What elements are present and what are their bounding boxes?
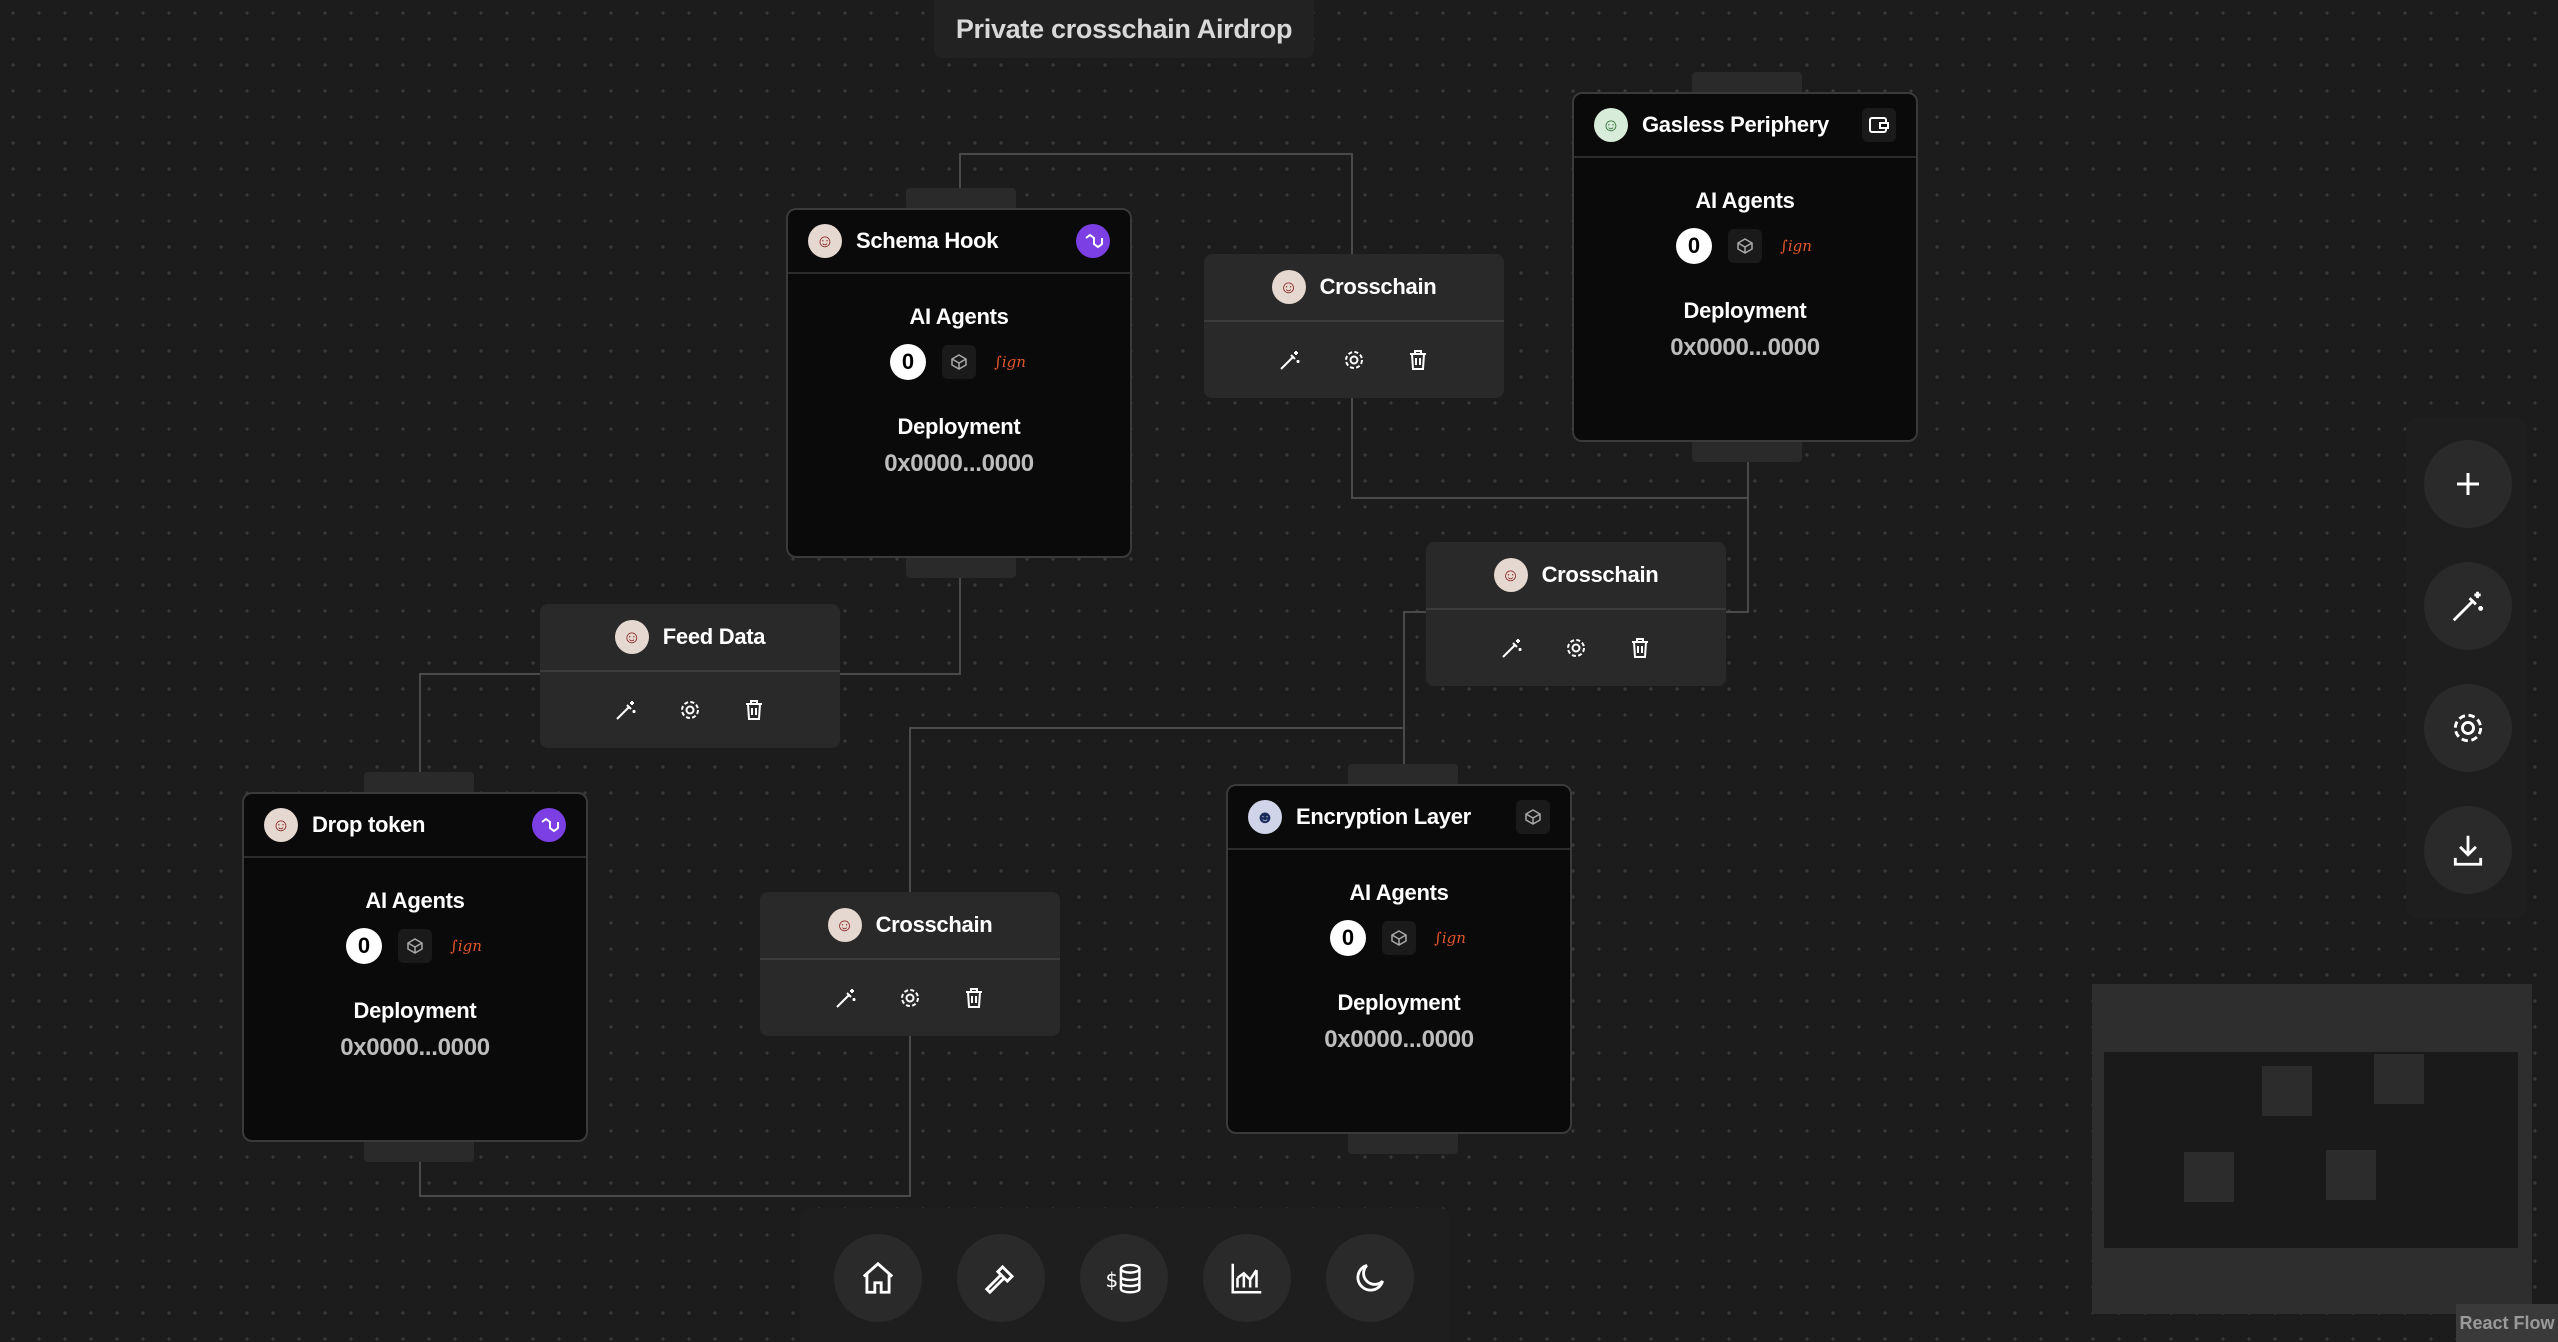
- signature-icon: ∫ign: [1780, 237, 1812, 255]
- wallet-icon: [1862, 108, 1896, 142]
- box-icon: [942, 345, 976, 379]
- coin-database-icon[interactable]: $: [1080, 1234, 1168, 1322]
- chart-icon[interactable]: [1203, 1234, 1291, 1322]
- trash-icon[interactable]: [1622, 630, 1658, 666]
- polygon-icon: [532, 808, 566, 842]
- gear-icon[interactable]: [672, 692, 708, 728]
- download-icon[interactable]: [2424, 806, 2512, 894]
- box-icon: [1382, 921, 1416, 955]
- node-handle[interactable]: [1348, 764, 1458, 786]
- tool-crosschain[interactable]: ☺ Crosschain: [760, 892, 1060, 1036]
- tool-title: Crosschain: [875, 912, 993, 937]
- node-handle[interactable]: [906, 556, 1016, 578]
- node-title: Schema Hook: [856, 228, 999, 253]
- plus-icon[interactable]: [2424, 440, 2512, 528]
- minimap[interactable]: [2092, 984, 2532, 1314]
- avatar: ☺: [1493, 558, 1528, 592]
- node-title: Gasless Periphery: [1642, 112, 1829, 137]
- minimap-node: [2374, 1054, 2424, 1104]
- magic-wand-icon[interactable]: [1494, 630, 1530, 666]
- gear-icon[interactable]: [2424, 684, 2512, 772]
- node-drop-token[interactable]: ☺ Drop token AI Agents 0 ∫ign Deployment…: [242, 792, 588, 1142]
- node-handle[interactable]: [1348, 1132, 1458, 1154]
- moon-icon[interactable]: [1326, 1234, 1414, 1322]
- gear-icon[interactable]: [892, 980, 928, 1016]
- deployment-label: Deployment: [897, 414, 1021, 439]
- zero-icon: 0: [1330, 920, 1366, 956]
- box-icon: [1516, 800, 1550, 834]
- node-handle[interactable]: [364, 1140, 474, 1162]
- side-controls: [2406, 418, 2526, 918]
- avatar: ☺: [1594, 108, 1628, 142]
- signature-icon: ∫ign: [1434, 929, 1466, 947]
- minimap-viewport: [2104, 1052, 2518, 1248]
- trash-icon[interactable]: [1400, 342, 1436, 378]
- node-handle[interactable]: [906, 188, 1016, 210]
- minimap-node: [2184, 1152, 2234, 1202]
- avatar: ☺: [264, 808, 298, 842]
- box-icon: [398, 929, 432, 963]
- magic-wand-icon[interactable]: [608, 692, 644, 728]
- bottom-dock: $: [800, 1208, 1450, 1342]
- agents-label: AI Agents: [1349, 880, 1449, 905]
- polygon-icon: [1076, 224, 1110, 258]
- zero-icon: 0: [890, 344, 926, 380]
- zero-icon: 0: [346, 928, 382, 964]
- node-gasless-periphery[interactable]: ☺ Gasless Periphery AI Agents 0 ∫ign Dep…: [1572, 92, 1918, 442]
- signature-icon: ∫ign: [450, 937, 482, 955]
- tool-title: Feed Data: [662, 624, 766, 649]
- deployment-address: 0x0000...0000: [1324, 1026, 1474, 1053]
- magic-wand-icon[interactable]: [2424, 562, 2512, 650]
- box-icon: [1728, 229, 1762, 263]
- minimap-node: [2326, 1150, 2376, 1200]
- node-handle[interactable]: [364, 772, 474, 794]
- tool-title: Crosschain: [1319, 274, 1437, 299]
- node-title: Encryption Layer: [1296, 804, 1471, 829]
- node-handle[interactable]: [1692, 440, 1802, 462]
- tool-feed-data[interactable]: ☺ Feed Data: [540, 604, 840, 748]
- avatar: ☺: [827, 908, 862, 942]
- home-icon[interactable]: [834, 1234, 922, 1322]
- trash-icon[interactable]: [956, 980, 992, 1016]
- svg-text:$: $: [1106, 1268, 1119, 1292]
- tool-crosschain[interactable]: ☺ Crosschain: [1426, 542, 1726, 686]
- agents-label: AI Agents: [909, 304, 1009, 329]
- deployment-address: 0x0000...0000: [884, 450, 1034, 477]
- minimap-node: [2262, 1066, 2312, 1116]
- deployment-label: Deployment: [1683, 298, 1807, 323]
- tool-crosschain[interactable]: ☺ Crosschain: [1204, 254, 1504, 398]
- gear-icon[interactable]: [1558, 630, 1594, 666]
- node-handle[interactable]: [1692, 72, 1802, 94]
- signature-icon: ∫ign: [994, 353, 1026, 371]
- deployment-address: 0x0000...0000: [1670, 334, 1820, 361]
- tool-title: Crosschain: [1541, 562, 1659, 587]
- agents-label: AI Agents: [365, 888, 465, 913]
- agents-label: AI Agents: [1695, 188, 1795, 213]
- magic-wand-icon[interactable]: [828, 980, 864, 1016]
- avatar: ☺: [1271, 270, 1306, 304]
- avatar: ☺: [614, 620, 649, 654]
- node-title: Drop token: [312, 812, 426, 837]
- trash-icon[interactable]: [736, 692, 772, 728]
- attribution[interactable]: React Flow: [2456, 1304, 2558, 1342]
- page-title: Private crosschain Airdrop: [934, 0, 1314, 58]
- avatar: ☻: [1248, 800, 1282, 834]
- node-encryption-layer[interactable]: ☻ Encryption Layer AI Agents 0 ∫ign Depl…: [1226, 784, 1572, 1134]
- zero-icon: 0: [1676, 228, 1712, 264]
- deployment-label: Deployment: [353, 998, 477, 1023]
- magic-wand-icon[interactable]: [1272, 342, 1308, 378]
- deployment-label: Deployment: [1337, 990, 1461, 1015]
- avatar: ☺: [808, 224, 842, 258]
- hammer-icon[interactable]: [957, 1234, 1045, 1322]
- node-schema-hook[interactable]: ☺ Schema Hook AI Agents 0 ∫ign Deploymen…: [786, 208, 1132, 558]
- deployment-address: 0x0000...0000: [340, 1034, 490, 1061]
- gear-icon[interactable]: [1336, 342, 1372, 378]
